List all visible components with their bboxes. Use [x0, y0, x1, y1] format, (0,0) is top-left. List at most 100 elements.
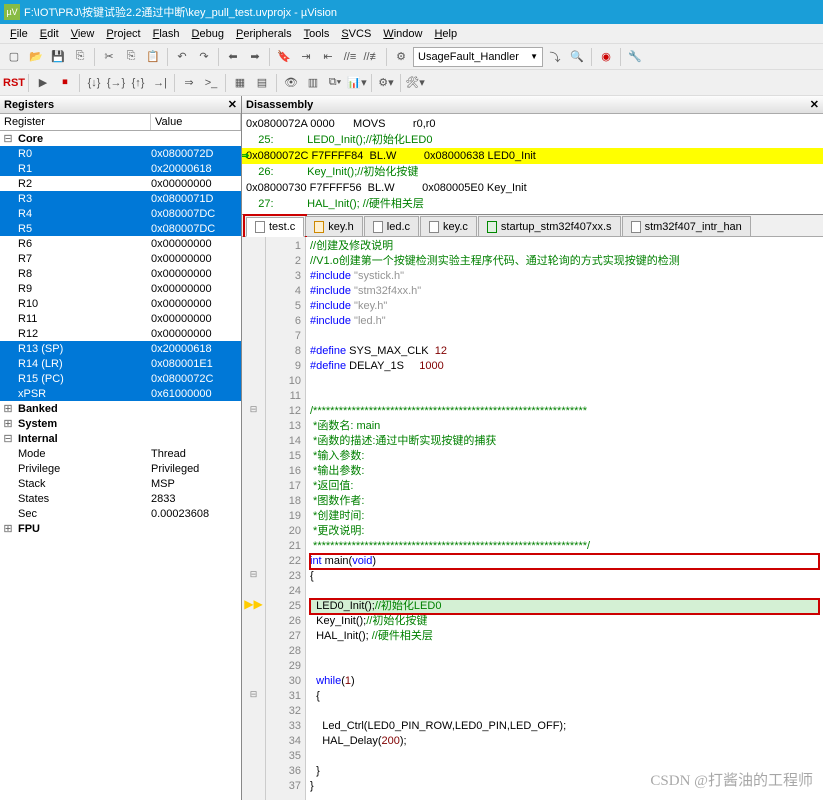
code-line[interactable]: #include "led.h" — [310, 314, 819, 329]
tab-led-c[interactable]: led.c — [364, 216, 419, 236]
tab-test-c[interactable]: test.c — [246, 217, 304, 237]
memory-icon[interactable]: ▥ — [303, 73, 323, 93]
register-row[interactable]: xPSR0x61000000 — [0, 386, 241, 401]
run-icon[interactable]: ▶ — [33, 73, 53, 93]
code-line[interactable]: #include "stm32f4xx.h" — [310, 284, 819, 299]
watch-icon[interactable]: 👁 — [281, 73, 301, 93]
step-over-icon[interactable]: {→} — [106, 73, 126, 93]
code-line[interactable] — [310, 389, 819, 404]
register-row[interactable]: R60x00000000 — [0, 236, 241, 251]
disasm-line[interactable]: 0x08000730 F7FFFF56 BL.W 0x080005E0 Key_… — [242, 180, 823, 196]
register-row[interactable]: Sec0.00023608 — [0, 506, 241, 521]
undo-icon[interactable]: ↶ — [172, 47, 192, 67]
code-line[interactable]: #include "key.h" — [310, 299, 819, 314]
nav-back-icon[interactable]: ⬅ — [223, 47, 243, 67]
code-line[interactable]: LED0_Init();//初始化LED0 — [310, 599, 819, 614]
code-line[interactable] — [310, 374, 819, 389]
code-line[interactable]: //V1.o创建第一个按键检测实验主程序代码、通过轮询的方式实现按键的检测 — [310, 254, 819, 269]
code-line[interactable] — [310, 329, 819, 344]
menu-file[interactable]: File — [4, 26, 34, 42]
code-line[interactable]: { — [310, 689, 819, 704]
menu-tools[interactable]: Tools — [298, 26, 336, 42]
code-line[interactable]: *输出参数: — [310, 464, 819, 479]
tab-key-c[interactable]: key.c — [420, 216, 477, 236]
code-line[interactable]: *创建时间: — [310, 509, 819, 524]
disasm-window-icon[interactable]: ▦ — [230, 73, 250, 93]
code-line[interactable]: *输入参数: — [310, 449, 819, 464]
code-line[interactable]: #include "systick.h" — [310, 269, 819, 284]
menu-view[interactable]: View — [65, 26, 101, 42]
code-line[interactable] — [310, 704, 819, 719]
register-row[interactable]: ModeThread — [0, 446, 241, 461]
menu-help[interactable]: Help — [428, 26, 463, 42]
register-row[interactable]: R110x00000000 — [0, 311, 241, 326]
disasm-line[interactable]: 26: Key_Init();//初始化按键 — [242, 164, 823, 180]
code-line[interactable] — [310, 749, 819, 764]
menu-peripherals[interactable]: Peripherals — [230, 26, 298, 42]
new-file-icon[interactable]: ▢ — [4, 47, 24, 67]
register-row[interactable]: ⊞Banked — [0, 401, 241, 416]
register-row[interactable]: R80x00000000 — [0, 266, 241, 281]
register-row[interactable]: R120x00000000 — [0, 326, 241, 341]
menu-flash[interactable]: Flash — [147, 26, 186, 42]
debug-icon[interactable]: ◉ — [596, 47, 616, 67]
regs-window-icon[interactable]: ▤ — [252, 73, 272, 93]
code-line[interactable]: #define DELAY_1S 1000 — [310, 359, 819, 374]
register-row[interactable]: R50x080007DC — [0, 221, 241, 236]
register-row[interactable]: StackMSP — [0, 476, 241, 491]
register-row[interactable]: PrivilegePrivileged — [0, 461, 241, 476]
code-line[interactable]: int main(void) — [310, 554, 819, 569]
menu-window[interactable]: Window — [377, 26, 428, 42]
code-line[interactable] — [310, 644, 819, 659]
register-row[interactable]: ⊞System — [0, 416, 241, 431]
cut-icon[interactable]: ✂ — [99, 47, 119, 67]
code-line[interactable]: *函数的描述:通过中断实现按键的捕获 — [310, 434, 819, 449]
show-next-icon[interactable]: ⇒ — [179, 73, 199, 93]
close-icon[interactable]: ✕ — [228, 98, 237, 111]
code-line[interactable]: Led_Ctrl(LED0_PIN_ROW,LED0_PIN,LED_OFF); — [310, 719, 819, 734]
disasm-line[interactable]: 0x0800072C F7FFFF84 BL.W 0x08000638 LED0… — [242, 148, 823, 164]
menu-edit[interactable]: Edit — [34, 26, 65, 42]
analyzer-icon[interactable]: 📊▾ — [347, 73, 367, 93]
tab-stm32f407_intr_han[interactable]: stm32f407_intr_han — [622, 216, 751, 236]
tab-startup_stm32f407xx-s[interactable]: startup_stm32f407xx.s — [478, 216, 621, 236]
code-line[interactable]: *函数名: main — [310, 419, 819, 434]
toolbox-icon[interactable]: 🛠▾ — [405, 73, 425, 93]
code-line[interactable]: while(1) — [310, 674, 819, 689]
code-line[interactable]: //创建及修改说明 — [310, 239, 819, 254]
code-line[interactable]: *返回值: — [310, 479, 819, 494]
code-line[interactable]: { — [310, 569, 819, 584]
redo-icon[interactable]: ↷ — [194, 47, 214, 67]
search-icon[interactable]: 🔍 — [567, 47, 587, 67]
open-icon[interactable]: 📂 — [26, 47, 46, 67]
uncomment-icon[interactable]: //≢ — [362, 47, 382, 67]
disasm-line[interactable]: 27: HAL_Init(); //硬件相关层 — [242, 196, 823, 212]
register-row[interactable]: R10x20000618 — [0, 161, 241, 176]
command-icon[interactable]: >_ — [201, 73, 221, 93]
find-icon[interactable]: ⚙ — [391, 47, 411, 67]
stop-icon[interactable]: ⏹ — [55, 73, 75, 93]
nav-fwd-icon[interactable]: ➡ — [245, 47, 265, 67]
code-editor[interactable]: ⊟⊟▶▶⊟ 1234567891011121314151617181920212… — [242, 237, 823, 800]
goto-icon[interactable]: ⤵ — [545, 47, 565, 67]
config-icon[interactable]: 🔧 — [625, 47, 645, 67]
code-line[interactable] — [310, 659, 819, 674]
disassembly-body[interactable]: 0x0800072A 0000 MOVS r0,r0 25: LED0_Init… — [242, 114, 823, 214]
editor-margin[interactable]: ⊟⊟▶▶⊟ — [242, 237, 266, 800]
menu-bar[interactable]: FileEditViewProjectFlashDebugPeripherals… — [0, 24, 823, 44]
code-line[interactable]: *更改说明: — [310, 524, 819, 539]
register-row[interactable]: R13 (SP)0x20000618 — [0, 341, 241, 356]
close-icon[interactable]: ✕ — [810, 98, 819, 111]
copy-icon[interactable]: ⎘ — [121, 47, 141, 67]
register-row[interactable]: R70x00000000 — [0, 251, 241, 266]
register-row[interactable]: ⊟Core — [0, 131, 241, 146]
code-line[interactable]: *图数作者: — [310, 494, 819, 509]
code-body[interactable]: //创建及修改说明//V1.o创建第一个按键检测实验主程序代码、通过轮询的方式实… — [306, 237, 823, 800]
save-all-icon[interactable]: ⎘ — [70, 47, 90, 67]
code-line[interactable]: ****************************************… — [310, 539, 819, 554]
step-into-icon[interactable]: {↓} — [84, 73, 104, 93]
code-line[interactable]: HAL_Delay(200); — [310, 734, 819, 749]
code-line[interactable]: /***************************************… — [310, 404, 819, 419]
tab-key-h[interactable]: key.h — [305, 216, 362, 236]
paste-icon[interactable]: 📋 — [143, 47, 163, 67]
